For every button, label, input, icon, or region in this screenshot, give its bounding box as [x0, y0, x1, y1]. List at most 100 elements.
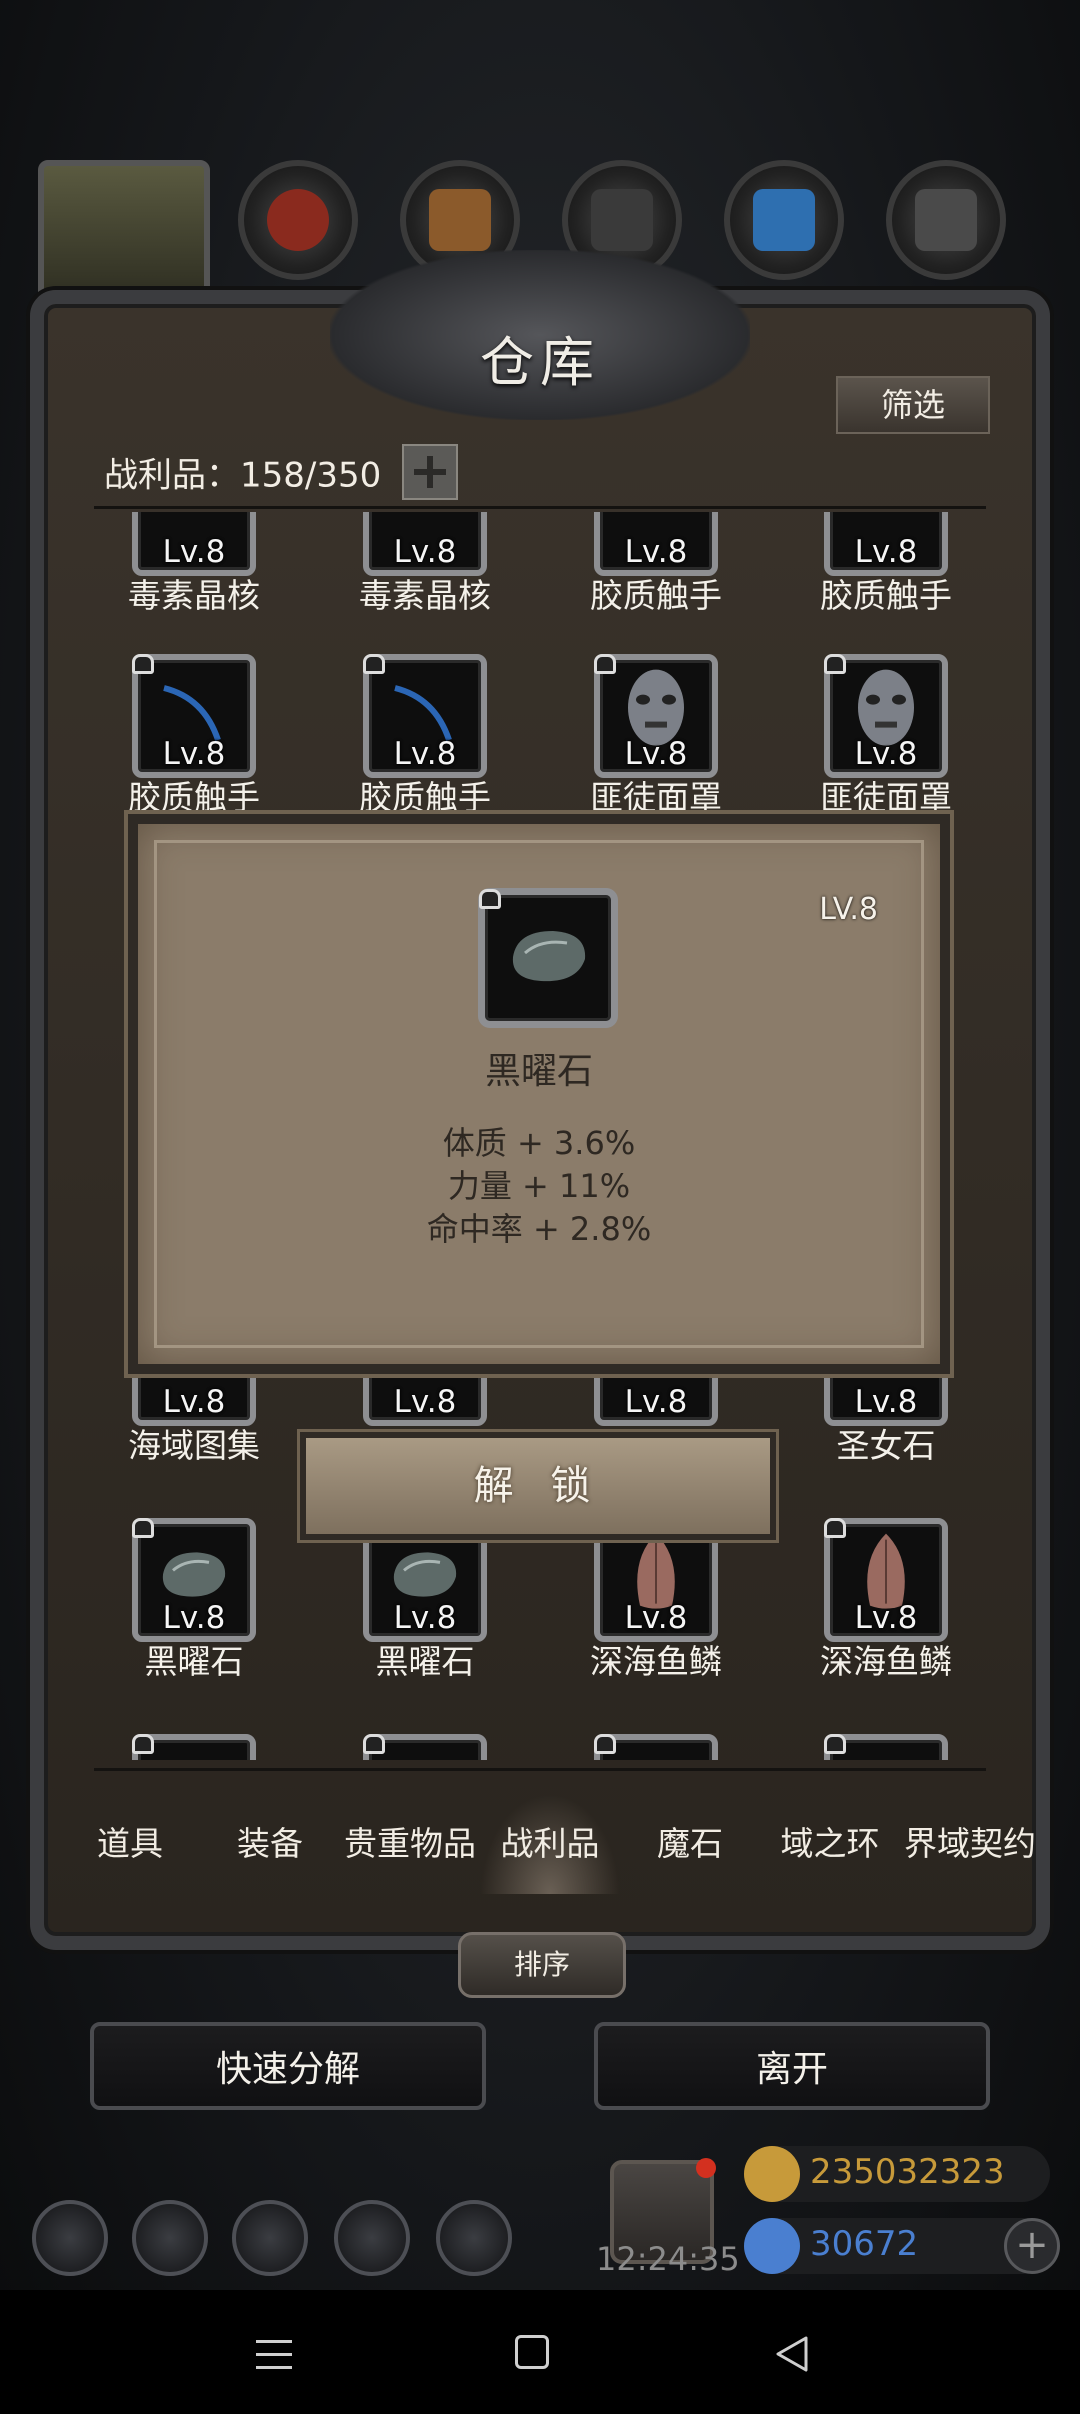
add-currency-button[interactable]: +: [1004, 2218, 1060, 2274]
lock-icon: [132, 1734, 154, 1754]
item-level: Lv.8: [854, 1600, 918, 1636]
item-cell[interactable]: Lv.8 深海鱼鳞: [556, 1518, 756, 1682]
iron-resource-icon: [591, 189, 653, 251]
expand-capacity-button[interactable]: [402, 444, 459, 500]
detail-stat: 力量 + 11%: [447, 1167, 631, 1205]
item-cell[interactable]: Lv.8 胶质触手: [94, 654, 294, 818]
unlock-button[interactable]: 解 锁: [300, 1432, 776, 1540]
item-cell[interactable]: [325, 1734, 525, 1760]
item-slot: Lv.8: [363, 654, 487, 778]
settings-gear-icon[interactable]: [32, 2200, 108, 2276]
lock-icon: [363, 654, 385, 674]
item-level: Lv.8: [854, 736, 918, 772]
gold-value: 235032323: [810, 2152, 1005, 2192]
item-cell[interactable]: Lv.8 深海鱼鳞: [786, 1518, 986, 1682]
capacity-row: 战利品：158/350: [104, 444, 459, 500]
gem-icon: [744, 2218, 800, 2274]
item-slot: Lv.8: [824, 654, 948, 778]
item-slot: Lv.8: [824, 512, 948, 576]
character-emblem[interactable]: [38, 160, 210, 310]
achievement-icon[interactable]: [132, 2200, 208, 2276]
capacity-label: 战利品：158/350: [104, 455, 382, 496]
item-level: Lv.8: [854, 1384, 918, 1420]
item-name: 海域图集: [128, 1426, 260, 1465]
gold-scroll-icon: [744, 2146, 800, 2202]
item-level: Lv.8: [393, 1384, 457, 1420]
tab-loot[interactable]: 战利品: [480, 1794, 620, 1894]
item-name: 深海鱼鳞: [590, 1642, 722, 1681]
item-name: 匪徒面罩: [820, 778, 952, 817]
recent-apps-icon[interactable]: [256, 2340, 292, 2370]
detail-level: LV.8: [819, 892, 878, 927]
item-name: 毒素晶核: [359, 576, 491, 615]
system-nav-bar: [0, 2290, 1080, 2414]
quick-decompose-button[interactable]: 快速分解: [90, 2022, 486, 2110]
item-cell[interactable]: [556, 1734, 756, 1760]
item-cell[interactable]: Lv.8 匪徒面罩: [786, 654, 986, 818]
divider-top: [94, 506, 986, 509]
item-slot: Lv.8: [594, 654, 718, 778]
item-cell[interactable]: Lv.8 黑曜石: [94, 1518, 294, 1682]
home-icon[interactable]: [515, 2335, 549, 2369]
tab-domain-rings[interactable]: 域之环: [760, 1794, 900, 1894]
gem-value: 30672: [810, 2224, 919, 2264]
item-level: Lv.8: [393, 1600, 457, 1636]
divider-bottom: [94, 1768, 986, 1771]
item-cell[interactable]: Lv.8 胶质触手: [325, 654, 525, 818]
back-icon[interactable]: [772, 2334, 812, 2374]
item-name: 黑曜石: [375, 1642, 475, 1681]
tab-items[interactable]: 道具: [60, 1794, 200, 1894]
item-slot: [132, 1734, 256, 1760]
item-level: Lv.8: [162, 534, 226, 570]
item-name: 匪徒面罩: [590, 778, 722, 817]
bone-resource-icon: [267, 189, 329, 251]
item-detail-popup: LV.8 黑曜石 体质 + 3.6% 力量 + 11% 命中率 + 2.8%: [128, 814, 950, 1374]
clock: 12:24:35: [596, 2240, 740, 2278]
lock-icon: [479, 889, 501, 909]
item-cell[interactable]: Lv.8 毒素晶核: [94, 512, 294, 616]
item-name: 胶质触手: [359, 778, 491, 817]
lock-icon: [594, 1734, 616, 1754]
dice-icon[interactable]: [436, 2200, 512, 2276]
item-cell[interactable]: Lv.8 胶质触手: [556, 512, 756, 616]
obsidian-icon: [393, 1552, 457, 1597]
tab-realm-contracts[interactable]: 界域契约: [900, 1794, 1040, 1894]
item-level: Lv.8: [624, 1600, 688, 1636]
item-name: 胶质触手: [590, 576, 722, 615]
item-level: Lv.8: [393, 736, 457, 772]
item-slot: [363, 1734, 487, 1760]
sort-button[interactable]: 排序: [458, 1932, 626, 1998]
detail-stat: 命中率 + 2.8%: [426, 1210, 652, 1248]
item-cell[interactable]: Lv.8 胶质触手: [786, 512, 986, 616]
item-cell[interactable]: Lv.8 黑曜石: [325, 1518, 525, 1682]
filter-button[interactable]: 筛选: [836, 376, 990, 434]
tab-magic-stones[interactable]: 魔石: [620, 1794, 760, 1894]
item-level: Lv.8: [624, 534, 688, 570]
obsidian-icon: [512, 931, 586, 982]
leave-button[interactable]: 离开: [594, 2022, 990, 2110]
item-slot: [594, 1734, 718, 1760]
item-level: Lv.8: [162, 736, 226, 772]
item-level: Lv.8: [854, 534, 918, 570]
item-name: 胶质触手: [128, 778, 260, 817]
tab-equipment[interactable]: 装备: [200, 1794, 340, 1894]
item-name: 圣女石: [836, 1426, 936, 1465]
tab-valuables[interactable]: 贵重物品: [340, 1794, 480, 1894]
item-name: 胶质触手: [820, 576, 952, 615]
codex-icon[interactable]: [232, 2200, 308, 2276]
resource-slot-5[interactable]: [886, 160, 1006, 280]
item-name: 黑曜石: [144, 1642, 244, 1681]
item-level: Lv.8: [624, 736, 688, 772]
lock-icon: [824, 1734, 846, 1754]
item-slot: Lv.8: [824, 1518, 948, 1642]
item-name: 毒素晶核: [128, 576, 260, 615]
gold-counter: 235032323: [744, 2146, 1050, 2202]
item-cell[interactable]: [94, 1734, 294, 1760]
mail-icon[interactable]: [334, 2200, 410, 2276]
item-cell[interactable]: [786, 1734, 986, 1760]
item-cell[interactable]: Lv.8 匪徒面罩: [556, 654, 756, 818]
item-cell[interactable]: Lv.8 毒素晶核: [325, 512, 525, 616]
item-level: Lv.8: [162, 1600, 226, 1636]
crystal-resource-icon: [753, 189, 815, 251]
lock-icon: [132, 654, 154, 674]
